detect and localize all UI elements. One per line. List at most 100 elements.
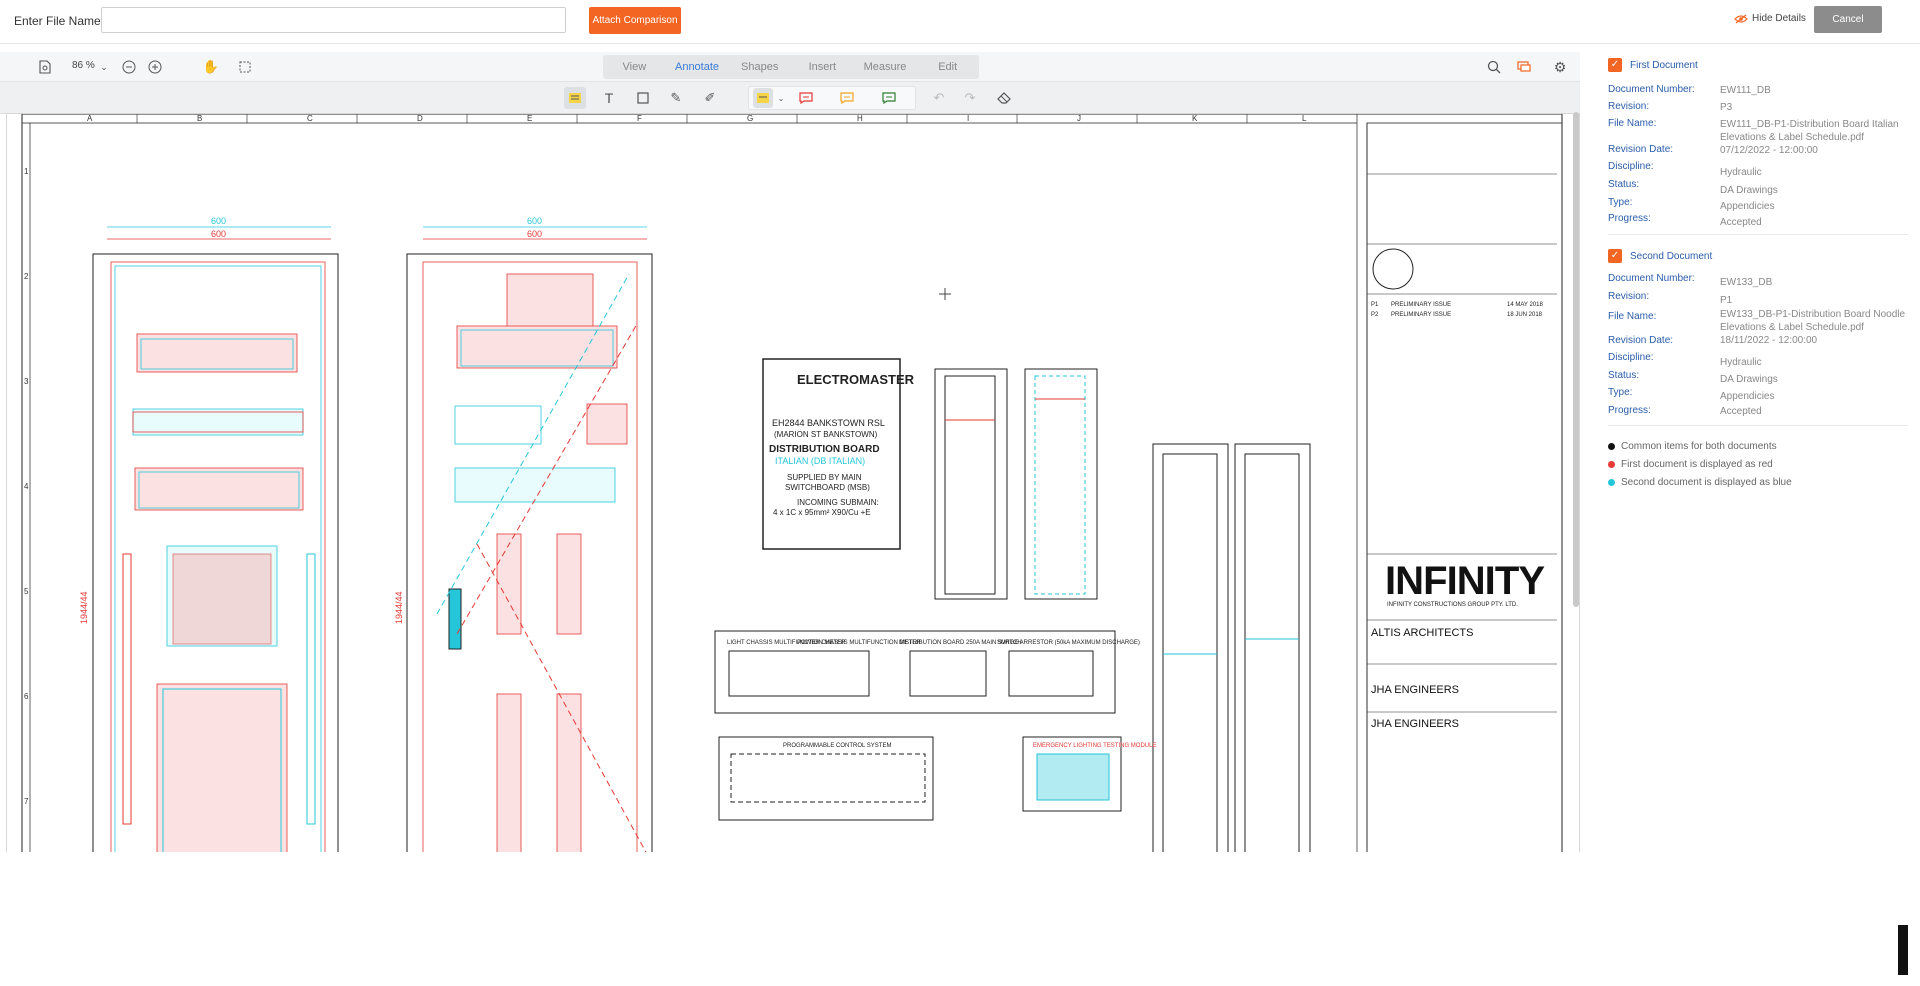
- tab-shapes[interactable]: Shapes: [728, 55, 791, 79]
- field-value: DA Drawings: [1720, 185, 1778, 196]
- file-name-label: Enter File Name: [14, 14, 101, 28]
- issue-code: P1: [1371, 302, 1379, 308]
- column-label: A: [87, 114, 93, 123]
- zoom-value[interactable]: 86 %: [72, 60, 95, 71]
- note-yellow-icon[interactable]: [753, 88, 773, 108]
- cancel-button[interactable]: Cancel: [1814, 6, 1882, 33]
- tab-insert[interactable]: Insert: [791, 55, 854, 79]
- field-label: Progress:: [1608, 405, 1651, 416]
- column-label: C: [307, 114, 313, 123]
- checkbox-checked-icon[interactable]: ✓: [1608, 58, 1622, 72]
- undo-icon[interactable]: ↶: [929, 88, 949, 108]
- sign-text: SWITCHBOARD (MSB): [785, 483, 870, 492]
- redo-icon[interactable]: ↷: [960, 88, 980, 108]
- field-value: P3: [1720, 102, 1733, 113]
- column-label: J: [1077, 114, 1081, 123]
- field-value: EW111_DB: [1720, 85, 1771, 96]
- sign-text: ITALIAN (DB ITALIAN): [775, 456, 865, 466]
- viewer-toolbar: 86 % ⌄ ✋ View Annotate Shapes Insert Mea…: [0, 52, 1580, 82]
- canvas-scrollbar[interactable]: [1573, 112, 1579, 607]
- tab-view[interactable]: View: [603, 55, 666, 79]
- pan-hand-icon[interactable]: ✋: [201, 57, 221, 77]
- field-label: Progress:: [1608, 213, 1651, 224]
- legend-second: Second document is displayed as blue: [1608, 477, 1792, 488]
- engineer-name: JHA ENGINEERS: [1371, 684, 1459, 696]
- text-tool-icon[interactable]: T: [599, 88, 619, 108]
- brand-name: ELECTROMASTER: [797, 372, 915, 387]
- eraser-icon[interactable]: [994, 88, 1014, 108]
- marker-tool-icon[interactable]: ✐: [700, 88, 720, 108]
- field-label: File Name:: [1608, 118, 1657, 129]
- legend-common: Common items for both documents: [1608, 441, 1777, 452]
- bottom-area: [0, 852, 1580, 986]
- field-value: Hydraulic: [1720, 357, 1762, 368]
- field-label: Revision:: [1608, 291, 1650, 302]
- column-label: B: [197, 114, 202, 123]
- annotation-toolbar: T ✎ ✐ ⌄ ↶ ↷: [0, 82, 1580, 114]
- field-label: Revision:: [1608, 101, 1650, 112]
- sign-text: 4 x 1C x 95mm² X90/Cu +E: [773, 508, 871, 517]
- comment-green-icon[interactable]: [879, 88, 899, 108]
- width-dimension: 600: [527, 229, 542, 239]
- row-label: 7: [24, 797, 29, 806]
- field-value: EW133_DB-P1-Distribution Board Noodle El…: [1720, 309, 1906, 333]
- first-document-header[interactable]: ✓ First Document: [1608, 58, 1698, 72]
- column-label: K: [1192, 114, 1198, 123]
- cyan-dot-icon: [1608, 479, 1615, 486]
- file-name-input[interactable]: [101, 7, 566, 33]
- comment-orange-icon[interactable]: [837, 88, 857, 108]
- row-label: 4: [24, 482, 29, 491]
- checkbox-checked-icon[interactable]: ✓: [1608, 249, 1622, 263]
- field-value: 07/12/2022 - 12:00:00: [1720, 145, 1818, 156]
- first-document-title: First Document: [1630, 59, 1698, 71]
- infinity-logo: INFINITY: [1385, 559, 1545, 603]
- highlight-text-icon[interactable]: [565, 88, 585, 108]
- chevron-down-icon[interactable]: ⌄: [94, 57, 114, 77]
- hide-details-toggle[interactable]: Hide Details: [1734, 13, 1806, 24]
- comment-red-icon[interactable]: [796, 88, 816, 108]
- field-label: Type:: [1608, 197, 1633, 208]
- field-label: Document Number:: [1608, 84, 1695, 95]
- field-value: P1: [1720, 295, 1733, 306]
- row-label: 2: [24, 272, 29, 281]
- legend-text: First document is displayed as red: [1621, 459, 1773, 470]
- tab-annotate[interactable]: Annotate: [666, 55, 729, 79]
- attach-comparison-button[interactable]: Attach Comparison: [589, 7, 681, 34]
- sign-text: EH2844 BANKSTOWN RSL: [772, 418, 885, 428]
- pen-tool-icon[interactable]: ✎: [666, 88, 686, 108]
- select-area-icon[interactable]: [235, 57, 255, 77]
- field-label: Discipline:: [1608, 352, 1654, 363]
- zoom-in-icon[interactable]: [145, 57, 165, 77]
- document-icon[interactable]: [35, 57, 55, 77]
- settings-gear-icon[interactable]: ⚙: [1550, 57, 1570, 77]
- field-label: Type:: [1608, 387, 1633, 398]
- top-bar: Enter File Name Attach Comparison Hide D…: [0, 0, 1920, 44]
- hide-details-label: Hide Details: [1752, 13, 1806, 24]
- column-label: G: [747, 114, 753, 123]
- field-label: File Name:: [1608, 311, 1657, 322]
- drawing-canvas[interactable]: A B C D E F G H I J K L 1 2 3 4 5 6 7 60…: [6, 113, 1580, 853]
- tab-measure[interactable]: Measure: [854, 55, 917, 79]
- issue-desc: PRELIMINARY ISSUE: [1391, 302, 1451, 308]
- zoom-out-icon[interactable]: [119, 57, 139, 77]
- issue-code: P2: [1371, 312, 1379, 318]
- tab-edit[interactable]: Edit: [916, 55, 979, 79]
- column-label: I: [967, 114, 969, 123]
- sign-text: DISTRIBUTION BOARD: [769, 444, 880, 455]
- second-document-header[interactable]: ✓ Second Document: [1608, 249, 1712, 263]
- field-label: Document Number:: [1608, 273, 1695, 284]
- field-value: DA Drawings: [1720, 374, 1778, 385]
- search-icon[interactable]: [1484, 57, 1504, 77]
- chevron-down-icon[interactable]: ⌄: [771, 88, 791, 108]
- column-label: D: [417, 114, 423, 123]
- panel-label: PROGRAMMABLE CONTROL SYSTEM: [783, 743, 891, 749]
- comments-icon[interactable]: [1514, 57, 1534, 77]
- field-value: Accepted: [1720, 217, 1762, 228]
- legend-text: Common items for both documents: [1621, 441, 1777, 452]
- page-scrollbar[interactable]: [1898, 925, 1908, 975]
- rectangle-tool-icon[interactable]: [633, 88, 653, 108]
- second-document-title: Second Document: [1630, 250, 1713, 262]
- mode-tabs: View Annotate Shapes Insert Measure Edit: [603, 55, 979, 79]
- field-label: Discipline:: [1608, 161, 1654, 172]
- column-label: F: [637, 114, 642, 123]
